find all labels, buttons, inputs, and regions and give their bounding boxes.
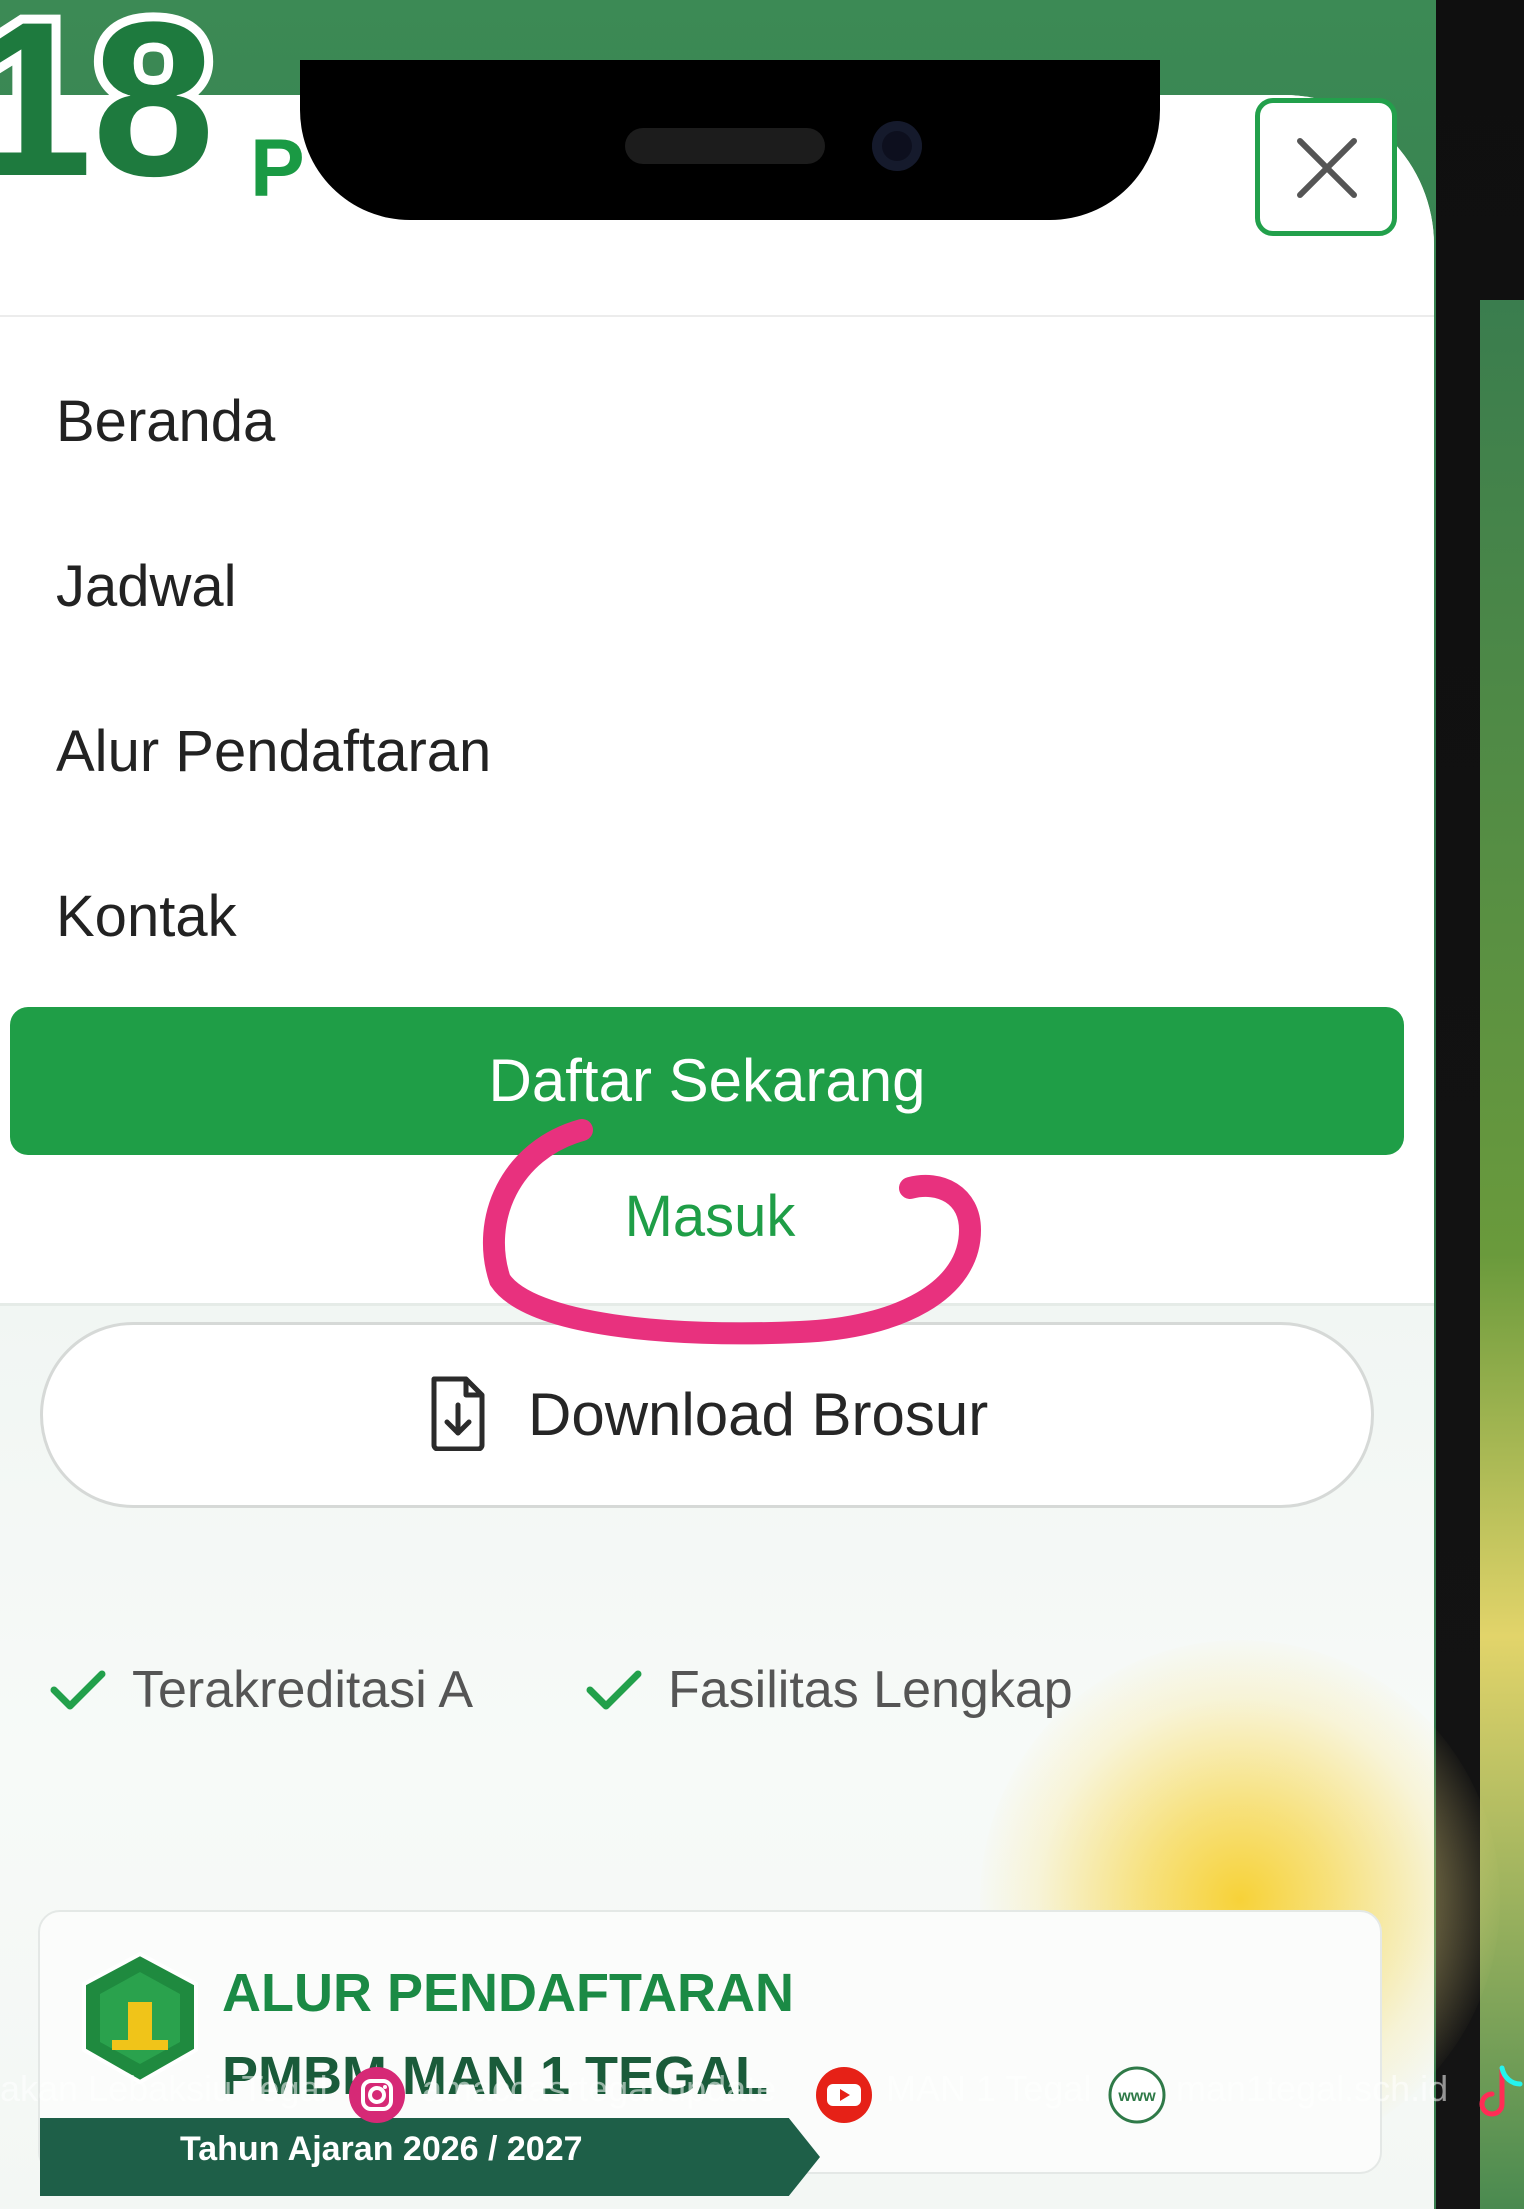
feature-facilities: Fasilitas Lengkap <box>586 1660 1073 1720</box>
check-icon <box>50 1670 106 1710</box>
school-logo <box>82 1951 198 2085</box>
phone-speaker <box>625 128 825 164</box>
menu-item-alur-pendaftaran[interactable]: Alur Pendaftaran <box>56 718 491 785</box>
episode-number-badge: 18 <box>0 0 224 231</box>
svg-text:www: www <box>1117 2088 1156 2105</box>
pink-annotation-circle <box>482 1119 982 1345</box>
svg-text:18: 18 <box>0 0 215 222</box>
instagram-icon <box>349 2067 405 2123</box>
document-download-icon <box>431 1376 485 1451</box>
card-title: ALUR PENDAFTARAN <box>222 1963 794 2023</box>
tiktok-icon <box>1479 2065 1523 2117</box>
phone-camera <box>872 121 922 171</box>
watermark-location: akan Lebaksiu Tegal <box>0 2068 328 2109</box>
menu-item-jadwal[interactable]: Jadwal <box>56 553 237 620</box>
youtube-icon <box>816 2067 872 2123</box>
menu-item-beranda[interactable]: Beranda <box>56 388 275 455</box>
watermark-youtube-channel: MAN 1 Tegal <box>886 2068 1092 2109</box>
check-icon <box>586 1670 642 1710</box>
academic-year-label: Tahun Ajaran 2026 / 2027 <box>180 2130 583 2168</box>
feature-accredited-label: Terakreditasi A <box>132 1661 474 1719</box>
close-icon <box>1297 138 1357 198</box>
menu-item-kontak[interactable]: Kontak <box>56 883 237 950</box>
feature-accredited: Terakreditasi A <box>50 1660 474 1720</box>
download-brochure-label: Download Brosur <box>528 1381 989 1448</box>
close-menu-button[interactable] <box>1255 98 1397 236</box>
web-icon: www <box>1108 2066 1166 2124</box>
feature-facilities-label: Fasilitas Lengkap <box>668 1661 1073 1719</box>
watermark-website: man1tegal.sch.id <box>1176 2068 1449 2109</box>
watermark-instagram-handle: amaccasrtegal.update <box>422 2068 777 2109</box>
